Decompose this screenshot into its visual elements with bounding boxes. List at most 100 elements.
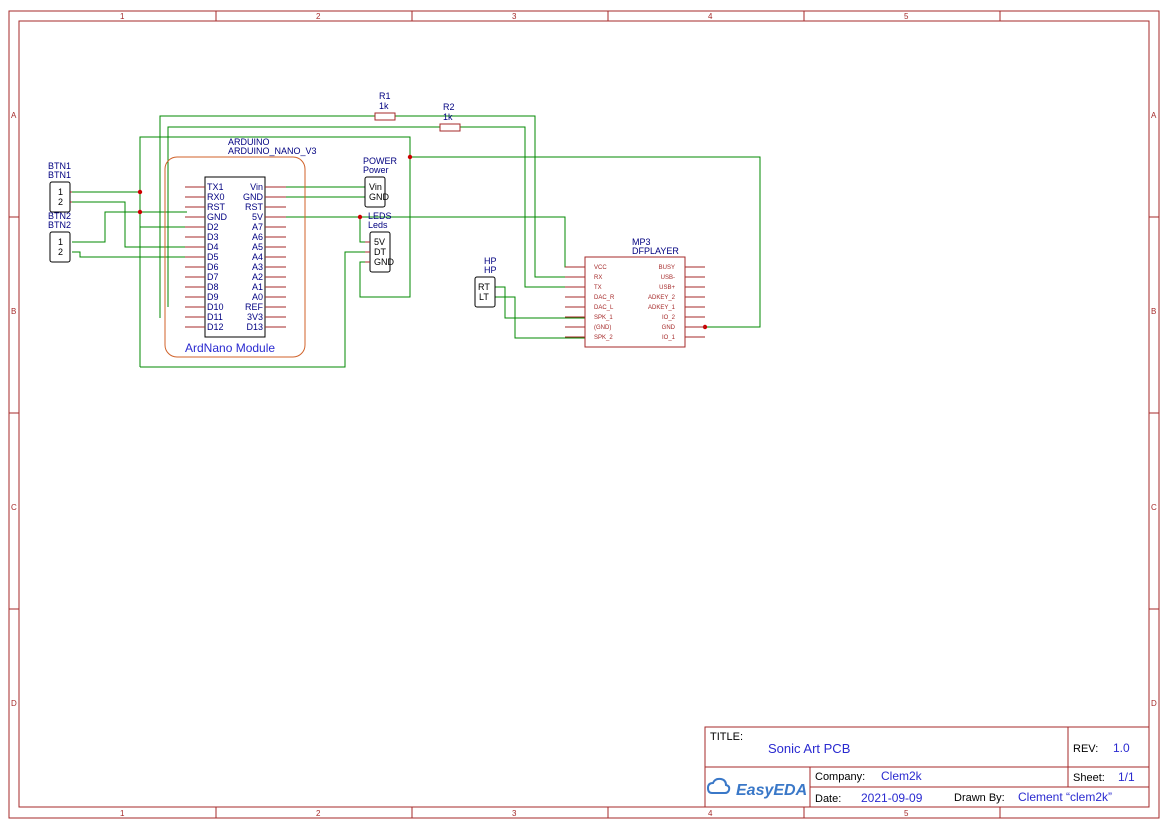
arduino-right-pin-label: A7 — [252, 222, 263, 232]
arduino-right-pin-label: A3 — [252, 262, 263, 272]
leds-pin-5v: 5V — [374, 237, 385, 247]
arduino-right-pin-label: A5 — [252, 242, 263, 252]
arduino-left-pin-label: D8 — [207, 282, 219, 292]
btn2-pin-2: 2 — [58, 247, 63, 257]
title-value: Sonic Art PCB — [768, 741, 850, 756]
hp-pin-rt: RT — [478, 282, 490, 292]
row-marker-b-left: B — [11, 307, 16, 316]
col-marker-2-top: 2 — [316, 12, 321, 21]
arduino-nano[interactable]: ARDUINO ARDUINO_NANO_V3 ArdNano Module T… — [164, 137, 317, 358]
arduino-left-pin-label: D4 — [207, 242, 219, 252]
mp3-left-pin-label: DAC_R — [594, 295, 615, 301]
row-marker-c-right: C — [1151, 503, 1157, 512]
arduino-left-pin-label: D2 — [207, 222, 219, 232]
arduino-left-pin-label: D9 — [207, 292, 219, 302]
button-btn1[interactable]: BTN1 BTN1 1 2 — [48, 161, 72, 213]
arduino-right-pin-label: 3V3 — [247, 312, 263, 322]
arduino-left-pin-label: D5 — [207, 252, 219, 262]
company-value: Clem2k — [881, 769, 923, 783]
col-marker-4-top: 4 — [708, 12, 713, 21]
arduino-left-pin-label: D11 — [207, 312, 223, 322]
arduino-part: ARDUINO_NANO_V3 — [228, 146, 317, 156]
mp3-left-pin-label: RX — [594, 275, 602, 281]
date-value: 2021-09-09 — [861, 791, 923, 805]
button-btn2[interactable]: BTN2 BTN2 1 2 — [48, 211, 71, 263]
mp3-right-pin-label: ADKEY_1 — [648, 305, 676, 311]
mp3-left-pin-label: SPK_1 — [594, 315, 613, 321]
mp3-right-pin-label: USB+ — [659, 285, 675, 291]
outer-frame — [8, 10, 1160, 819]
arduino-left-pin-label: D7 — [207, 272, 219, 282]
arduino-right-pin-label: REF — [245, 302, 264, 312]
arduino-left-pin-label: RX0 — [207, 192, 225, 202]
mp3-left-pin-label: DAC_L — [594, 305, 614, 311]
mp3-part: DFPLAYER — [632, 246, 679, 256]
mp3-right-pin-label: USB- — [661, 275, 675, 281]
mp3-left-pin-label: TX — [594, 285, 602, 291]
title-label: TITLE: — [710, 731, 743, 743]
r2-body — [439, 123, 461, 132]
arduino-right-pin-label: 5V — [252, 212, 263, 222]
leds-part: Leds — [368, 220, 388, 230]
r1-value: 1k — [379, 101, 389, 111]
mp3-right-pin-label: IO_1 — [662, 335, 676, 341]
arduino-left-pin-label: D10 — [207, 302, 224, 312]
connector-leds[interactable]: LEDS Leds 5V DT GND — [365, 211, 395, 273]
connector-hp[interactable]: HP HP RT LT — [474, 256, 497, 308]
arduino-right-pin-label: D13 — [246, 322, 263, 332]
btn1-part: BTN1 — [48, 170, 71, 180]
hp-pin-lt: LT — [479, 292, 489, 302]
col-marker-1-top: 1 — [120, 12, 125, 21]
mp3-left-pin-label: (GND) — [594, 325, 611, 331]
leds-pin-gnd: GND — [374, 257, 395, 267]
col-marker-5-bottom: 5 — [904, 809, 909, 818]
arduino-left-pin-label: TX1 — [207, 182, 224, 192]
col-marker-5-top: 5 — [904, 12, 909, 21]
r1-body — [374, 112, 396, 121]
arduino-right-pin-label: A1 — [252, 282, 263, 292]
col-marker-4-bottom: 4 — [708, 809, 713, 818]
inner-frame — [18, 20, 1150, 808]
arduino-right-pin-label: A6 — [252, 232, 263, 242]
power-pin-vin: Vin — [369, 182, 382, 192]
power-part: Power — [363, 165, 389, 175]
drawn-by-label: Drawn By: — [954, 792, 1005, 804]
date-label: Date: — [815, 793, 841, 805]
mp3-dfplayer[interactable]: MP3 DFPLAYER VCCRXTXDAC_RDAC_LSPK_1(GND)… — [565, 237, 705, 348]
r2-designator: R2 — [443, 102, 455, 112]
column-ticks — [215, 11, 1001, 818]
arduino-right-pin-label: RST — [245, 202, 264, 212]
drawn-by-value: Clement “clem2k” — [1018, 790, 1112, 804]
row-ticks — [9, 216, 1159, 610]
arduino-right-pin-label: GND — [243, 192, 264, 202]
leds-pin-dt: DT — [374, 247, 386, 257]
row-marker-c-left: C — [11, 503, 17, 512]
btn2-pin-1: 1 — [58, 237, 63, 247]
title-block: TITLE: Sonic Art PCB REV: 1.0 Company: C… — [704, 726, 1150, 808]
resistor-r1[interactable]: R1 1k — [374, 91, 396, 121]
arduino-right-pin-label: A4 — [252, 252, 263, 262]
schematic-sheet: 1 2 3 4 5 1 2 3 4 5 A B C D A B C D R1 1… — [8, 10, 1160, 819]
rev-label: REV: — [1073, 743, 1098, 755]
arduino-left-pin-label: D3 — [207, 232, 219, 242]
cloud-icon — [706, 777, 731, 794]
row-marker-b-right: B — [1151, 307, 1156, 316]
arduino-left-pin-label: GND — [207, 212, 228, 222]
hp-part: HP — [484, 265, 497, 275]
mp3-left-pin-label: SPK_2 — [594, 335, 613, 341]
row-marker-d-right: D — [1151, 699, 1157, 708]
company-label: Company: — [815, 771, 865, 783]
arduino-right-pin-label: A2 — [252, 272, 263, 282]
mp3-right-pin-label: IO_2 — [662, 315, 676, 321]
col-marker-1-bottom: 1 — [120, 809, 125, 818]
rev-value: 1.0 — [1113, 741, 1130, 755]
btn2-part: BTN2 — [48, 220, 71, 230]
r1-designator: R1 — [379, 91, 391, 101]
arduino-right-pin-label: A0 — [252, 292, 263, 302]
arduino-left-pin-label: D6 — [207, 262, 219, 272]
sheet-label: Sheet: — [1073, 772, 1105, 784]
col-marker-3-bottom: 3 — [512, 809, 517, 818]
btn1-pin-1: 1 — [58, 187, 63, 197]
col-marker-2-bottom: 2 — [316, 809, 321, 818]
connector-power[interactable]: POWER Power Vin GND — [363, 156, 398, 208]
